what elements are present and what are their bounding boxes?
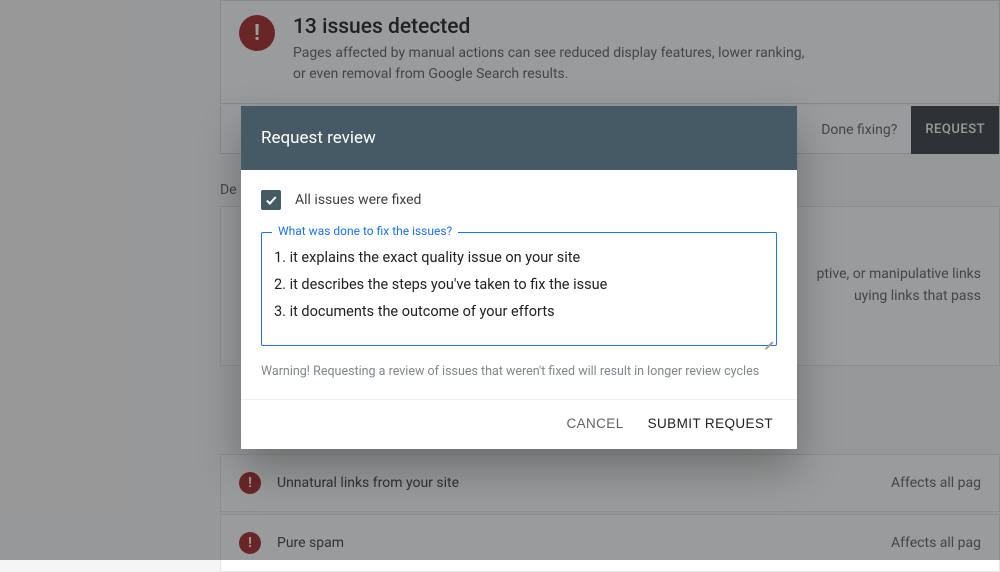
all-fixed-checkbox-row[interactable]: All issues were fixed <box>261 190 777 210</box>
dialog-body: All issues were fixed What was done to f… <box>241 170 797 399</box>
submit-request-button[interactable]: SUBMIT REQUEST <box>648 416 773 431</box>
dialog-footer: CANCEL SUBMIT REQUEST <box>241 399 797 449</box>
dialog-title: Request review <box>241 106 797 170</box>
fix-description-textarea[interactable] <box>274 245 764 329</box>
cancel-button[interactable]: CANCEL <box>566 416 623 431</box>
request-review-dialog: Request review All issues were fixed Wha… <box>241 106 797 449</box>
field-legend: What was done to fix the issues? <box>272 224 458 238</box>
fix-description-field[interactable]: What was done to fix the issues? <box>261 232 777 346</box>
checkbox-checked-icon[interactable] <box>261 190 281 210</box>
checkbox-label: All issues were fixed <box>295 192 421 208</box>
resize-handle-icon[interactable] <box>761 330 773 342</box>
warning-text: Warning! Requesting a review of issues t… <box>261 364 777 379</box>
